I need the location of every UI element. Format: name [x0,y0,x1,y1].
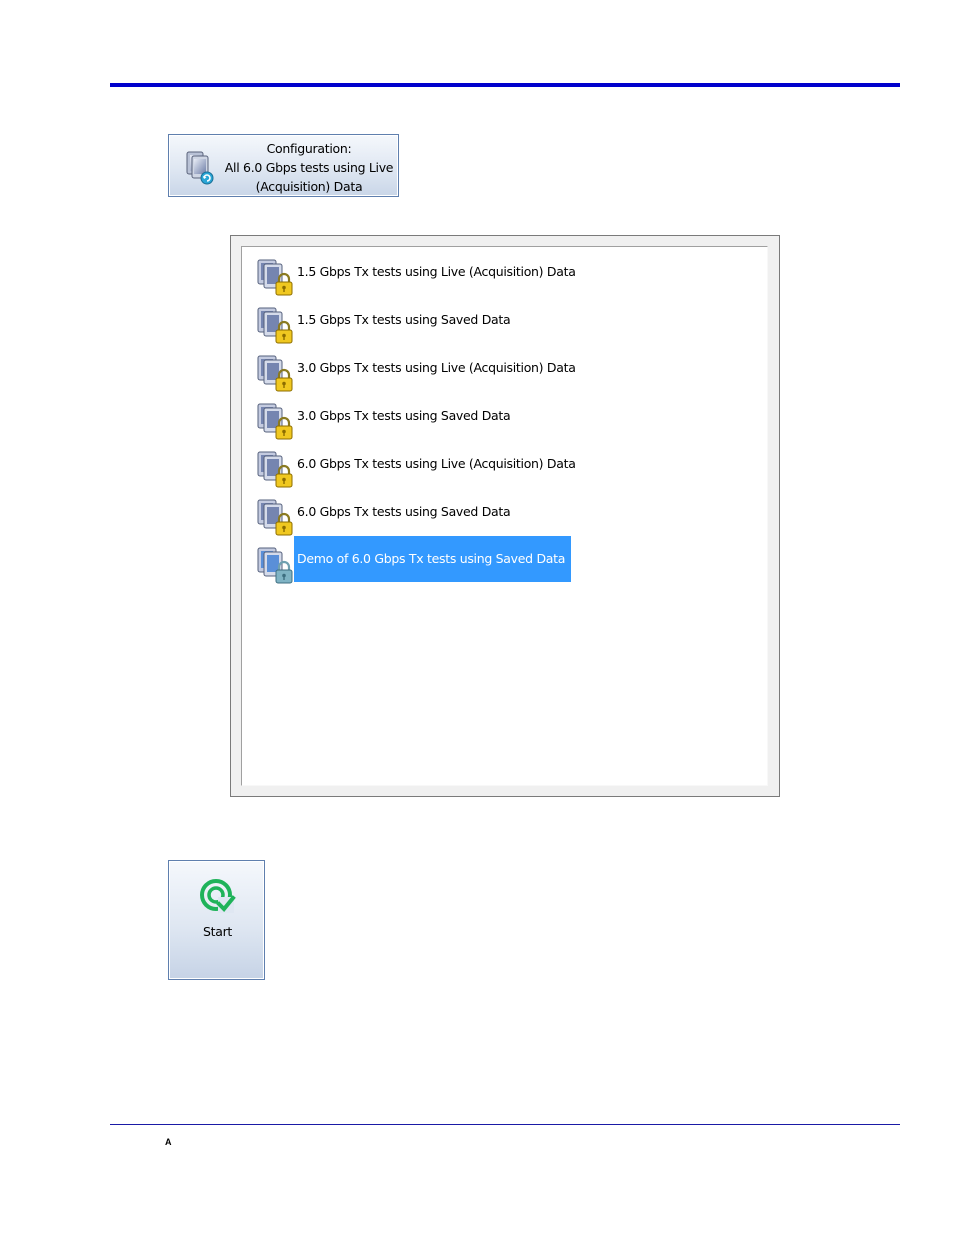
locked-config-icon [257,403,293,440]
list-item[interactable]: 3.0 Gbps Tx tests using Saved Data [252,392,752,440]
configuration-icon [186,151,214,185]
configuration-line-2: All 6.0 Gbps tests using Live [224,160,394,175]
list-item-label: 3.0 Gbps Tx tests using Saved Data [297,408,511,423]
header-rule [110,83,900,87]
list-item[interactable]: 6.0 Gbps Tx tests using Saved Data [252,488,752,536]
locked-config-icon [257,451,293,488]
start-icon [200,879,236,913]
locked-config-icon [257,499,293,536]
list-item-label: 6.0 Gbps Tx tests using Live (Acquisitio… [297,456,576,471]
configuration-button[interactable]: Configuration: All 6.0 Gbps tests using … [168,134,399,197]
list-item[interactable]: 1.5 Gbps Tx tests using Live (Acquisitio… [252,248,752,296]
footer-rule [110,1124,900,1125]
list-item-label: 1.5 Gbps Tx tests using Live (Acquisitio… [297,264,576,279]
locked-config-icon [257,307,293,344]
footer-mark: A [165,1137,172,1147]
configuration-list[interactable]: 1.5 Gbps Tx tests using Live (Acquisitio… [241,246,768,786]
list-item[interactable]: 3.0 Gbps Tx tests using Live (Acquisitio… [252,344,752,392]
list-item[interactable]: 6.0 Gbps Tx tests using Live (Acquisitio… [252,440,752,488]
list-item-label: Demo of 6.0 Gbps Tx tests using Saved Da… [294,536,572,582]
list-item[interactable]: Demo of 6.0 Gbps Tx tests using Saved Da… [252,536,752,584]
configuration-list-panel: 1.5 Gbps Tx tests using Live (Acquisitio… [230,235,780,797]
list-item-label: 3.0 Gbps Tx tests using Live (Acquisitio… [297,360,576,375]
configuration-line-3: (Acquisition) Data [255,179,363,194]
list-item-label: 6.0 Gbps Tx tests using Saved Data [297,504,511,519]
start-button[interactable]: Start [168,860,265,980]
locked-config-icon [257,259,293,296]
start-label: Start [202,924,233,939]
configuration-title: Configuration: [266,141,352,156]
locked-config-icon [257,547,293,584]
list-item-label: 1.5 Gbps Tx tests using Saved Data [297,312,511,327]
locked-config-icon [257,355,293,392]
list-item[interactable]: 1.5 Gbps Tx tests using Saved Data [252,296,752,344]
